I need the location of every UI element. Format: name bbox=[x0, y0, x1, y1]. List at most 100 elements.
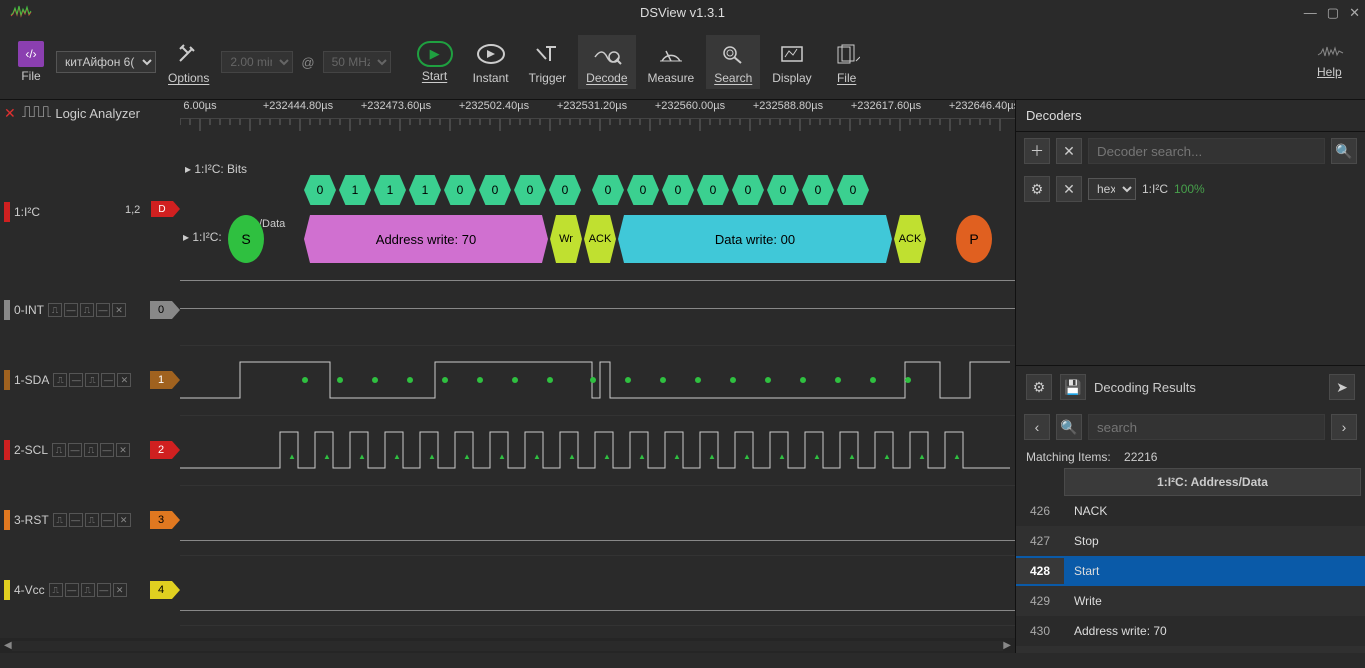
clock-edge-icon: ▲ bbox=[638, 452, 646, 461]
ruler-tick-label: +232531.20µs bbox=[557, 100, 627, 112]
sample-dot bbox=[590, 377, 596, 383]
ruler-tick-label: +232646.40µs bbox=[949, 100, 1015, 112]
device-select[interactable]: китАйфон 6(S) bbox=[56, 51, 156, 73]
clock-edge-icon: ▲ bbox=[463, 452, 471, 461]
sample-dot bbox=[765, 377, 771, 383]
trigger-icons[interactable]: ⎍—⎍—✕ bbox=[49, 583, 127, 597]
result-row[interactable]: 428Start bbox=[1016, 556, 1365, 586]
play-icon: ▶ bbox=[417, 41, 453, 67]
scroll-left-icon[interactable]: ◀ bbox=[4, 640, 12, 651]
file-menu[interactable]: ‹/› File bbox=[10, 37, 52, 87]
decoders-title: Decoders bbox=[1016, 100, 1365, 132]
options-icon bbox=[174, 39, 204, 69]
matching-row: Matching Items: 22216 bbox=[1016, 446, 1365, 468]
result-row[interactable]: 426NACK bbox=[1016, 496, 1365, 526]
samplerate-select[interactable]: 50 MHz bbox=[323, 51, 391, 73]
measure-icon bbox=[656, 39, 686, 69]
at-symbol: @ bbox=[297, 55, 318, 70]
trigger-button[interactable]: Trigger bbox=[521, 35, 575, 89]
result-row[interactable]: 430Address write: 70 bbox=[1016, 616, 1365, 646]
search-icon bbox=[718, 39, 748, 69]
results-next-button[interactable]: › bbox=[1331, 414, 1357, 440]
start-label: Start bbox=[422, 69, 447, 83]
trigger-icons[interactable]: ⎍—⎍—✕ bbox=[53, 513, 131, 527]
result-row[interactable]: 429Write bbox=[1016, 586, 1365, 616]
result-index: 427 bbox=[1016, 528, 1064, 554]
trigger-icons[interactable]: ⎍—⎍—✕ bbox=[52, 443, 130, 457]
scroll-right-icon[interactable]: ▶ bbox=[1003, 640, 1011, 651]
bit-value: 0 bbox=[444, 175, 476, 205]
decoder-delete-button[interactable]: ✕ bbox=[1056, 176, 1082, 202]
remove-decoder-button[interactable]: ✕ bbox=[1056, 138, 1082, 164]
channel-tag[interactable]: 3 bbox=[150, 511, 172, 529]
channel-tag[interactable]: 1 bbox=[150, 371, 172, 389]
scl-waveform bbox=[180, 420, 1010, 480]
wave-mini-icon bbox=[1317, 45, 1345, 65]
decoder-name: 1:I²C bbox=[14, 205, 40, 219]
search-button[interactable]: Search bbox=[706, 35, 760, 89]
decode-label: Decode bbox=[586, 71, 627, 85]
clock-edge-icon: ▲ bbox=[603, 452, 611, 461]
results-prev-button[interactable]: ‹ bbox=[1024, 414, 1050, 440]
mode-label: Logic Analyzer bbox=[55, 106, 140, 121]
clock-edge-icon: ▲ bbox=[428, 452, 436, 461]
channel-tag[interactable]: 0 bbox=[150, 301, 172, 319]
ruler-tick-label: +232560.00µs bbox=[655, 100, 725, 112]
waveform-canvas[interactable]: ✕ ⎍⎍⎍ Logic Analyzer 6.00µs+232444.80µs+… bbox=[0, 100, 1015, 653]
decoder-color-bar bbox=[4, 202, 10, 222]
results-settings-button[interactable]: ⚙ bbox=[1026, 374, 1052, 400]
channel-color-bar bbox=[4, 510, 10, 530]
horizontal-scrollbar[interactable]: ◀ ▶ bbox=[0, 638, 1015, 653]
help-label[interactable]: Help bbox=[1317, 65, 1345, 79]
titlebar: DSView v1.3.1 — ▢ ✕ bbox=[0, 0, 1365, 25]
clock-edge-icon: ▲ bbox=[743, 452, 751, 461]
search-decoder-icon[interactable]: 🔍 bbox=[1331, 138, 1357, 164]
minimize-icon[interactable]: — bbox=[1304, 5, 1317, 21]
results-locate-button[interactable]: ➤ bbox=[1329, 374, 1355, 400]
display-button[interactable]: Display bbox=[764, 35, 819, 89]
decoder-tag[interactable]: D bbox=[151, 201, 173, 217]
results-column-header[interactable]: 1:I²C: Address/Data bbox=[1064, 468, 1361, 496]
decoder-search-input[interactable] bbox=[1088, 138, 1325, 164]
ruler-tick-label: 6.00µs bbox=[183, 100, 216, 112]
channel-name: 0-INT bbox=[14, 303, 44, 317]
result-row[interactable]: 427Stop bbox=[1016, 526, 1365, 556]
decode-button[interactable]: Decode bbox=[578, 35, 635, 89]
results-search-icon[interactable]: 🔍 bbox=[1056, 414, 1082, 440]
duration-select[interactable]: 2.00 min bbox=[221, 51, 293, 73]
start-marker: S bbox=[228, 215, 264, 263]
format-select[interactable]: hex bbox=[1088, 178, 1136, 200]
trigger-icons[interactable]: ⎍—⎍—✕ bbox=[48, 303, 126, 317]
sample-dot bbox=[870, 377, 876, 383]
close-mode-icon[interactable]: ✕ bbox=[4, 105, 16, 122]
results-search-input[interactable] bbox=[1088, 414, 1325, 440]
channel-tag[interactable]: 2 bbox=[150, 441, 172, 459]
decode-icon bbox=[592, 39, 622, 69]
options-menu[interactable]: Options bbox=[160, 35, 217, 89]
instant-button[interactable]: Instant bbox=[465, 35, 517, 89]
add-decoder-button[interactable]: ＋ bbox=[1024, 138, 1050, 164]
ruler-tick-label: +232473.60µs bbox=[361, 100, 431, 112]
result-value: Address write: 70 bbox=[1064, 624, 1365, 638]
start-button[interactable]: ▶ Start bbox=[409, 37, 461, 87]
measure-button[interactable]: Measure bbox=[640, 35, 703, 89]
channel-tag[interactable]: 4 bbox=[150, 581, 172, 599]
sample-dot bbox=[695, 377, 701, 383]
decoder-settings-button[interactable]: ⚙ bbox=[1024, 176, 1050, 202]
clock-edge-icon: ▲ bbox=[883, 452, 891, 461]
sample-dot bbox=[905, 377, 911, 383]
result-value: NACK bbox=[1064, 504, 1365, 518]
file-export-button[interactable]: File bbox=[824, 35, 870, 89]
bit-value: 0 bbox=[767, 175, 799, 205]
trigger-icons[interactable]: ⎍—⎍—✕ bbox=[53, 373, 131, 387]
address-block: Address write: 70 bbox=[304, 215, 548, 263]
results-save-button[interactable]: 💾 bbox=[1060, 374, 1086, 400]
result-row[interactable]: 431ACK bbox=[1016, 646, 1365, 653]
logic-icon: ⎍⎍⎍ bbox=[22, 104, 50, 122]
trigger-label: Trigger bbox=[529, 71, 567, 85]
results-list[interactable]: 426NACK427Stop428Start429Write430Address… bbox=[1016, 496, 1365, 653]
close-icon[interactable]: ✕ bbox=[1349, 5, 1360, 21]
bit-value: 0 bbox=[627, 175, 659, 205]
maximize-icon[interactable]: ▢ bbox=[1327, 5, 1339, 21]
channel-name: 3-RST bbox=[14, 513, 49, 527]
